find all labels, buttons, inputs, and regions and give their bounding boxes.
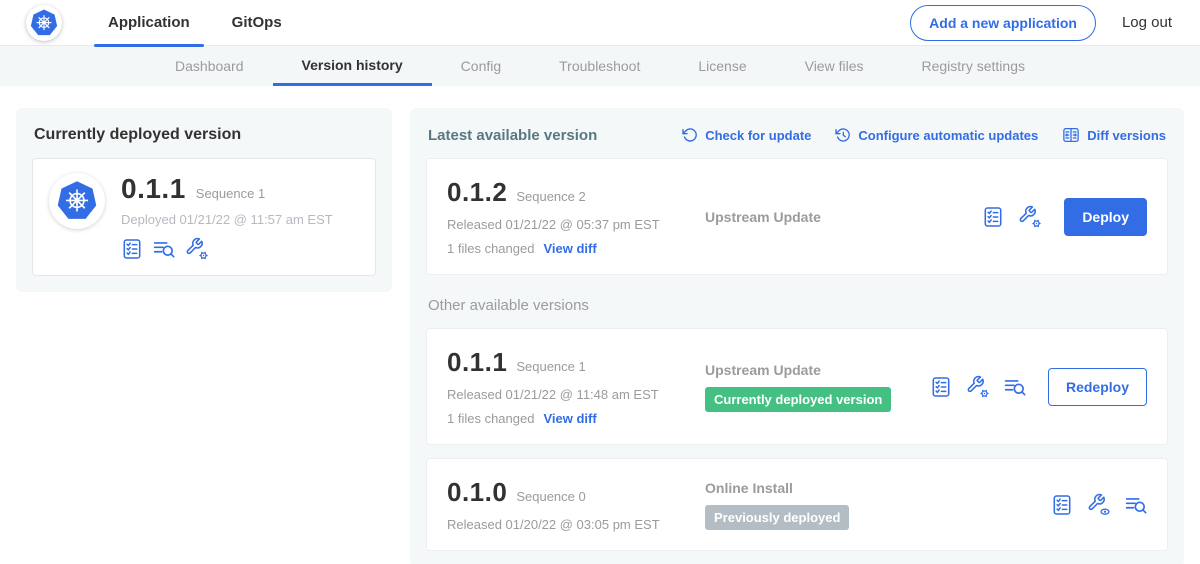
- checklist-icon[interactable]: [982, 206, 1004, 228]
- version-source: Online Install Previously deployed: [705, 480, 1051, 530]
- check-for-update-link[interactable]: Check for update: [682, 127, 811, 143]
- redeploy-button[interactable]: Redeploy: [1048, 368, 1147, 406]
- sequence-label: Sequence 2: [516, 189, 585, 204]
- files-changed-label: 1 files changed: [447, 411, 534, 426]
- version-actions: Redeploy: [930, 368, 1147, 406]
- currently-deployed-badge: Currently deployed version: [705, 387, 891, 412]
- wrench-gear-icon[interactable]: [966, 375, 990, 399]
- subnav-tab-dashboard[interactable]: Dashboard: [146, 46, 273, 86]
- version-actions: [1051, 493, 1147, 517]
- currently-deployed-card: 0.1.1 Sequence 1 Deployed 01/21/22 @ 11:…: [32, 158, 376, 276]
- version-info: 0.1.1 Sequence 1 Released 01/21/22 @ 11:…: [447, 347, 705, 426]
- sequence-label: Sequence 0: [516, 489, 585, 504]
- version-source: Upstream Update Currently deployed versi…: [705, 362, 930, 412]
- source-label: Online Install: [705, 480, 793, 496]
- view-diff-link[interactable]: View diff: [543, 241, 596, 256]
- check-for-update-label: Check for update: [705, 128, 811, 143]
- clock-refresh-icon: [835, 127, 851, 143]
- version-info: 0.1.2 Sequence 2 Released 01/21/22 @ 05:…: [447, 177, 705, 256]
- main-content: Currently deployed version 0.1.1 Sequenc…: [0, 86, 1200, 564]
- subnav-tab-troubleshoot-label: Troubleshoot: [559, 58, 640, 74]
- deploy-button[interactable]: Deploy: [1064, 198, 1147, 236]
- subnav-tab-registry-settings-label: Registry settings: [922, 58, 1025, 74]
- subnav-tab-view-files[interactable]: View files: [776, 46, 893, 86]
- version-number: 0.1.0: [447, 477, 507, 508]
- tab-gitops-label: GitOps: [232, 14, 282, 31]
- version-source: Upstream Update: [705, 209, 982, 225]
- refresh-icon: [682, 127, 698, 143]
- version-row-0-1-0: 0.1.0 Sequence 0 Released 01/20/22 @ 03:…: [426, 458, 1168, 551]
- kubernetes-logo-icon: [26, 5, 62, 41]
- released-timestamp: Released 01/20/22 @ 03:05 pm EST: [447, 517, 705, 532]
- version-actions: Deploy: [982, 198, 1147, 236]
- app-kubernetes-icon: [49, 173, 105, 229]
- wrench-gear-icon[interactable]: [1018, 205, 1042, 229]
- subnav-tab-version-history[interactable]: Version history: [273, 46, 432, 86]
- tab-application[interactable]: Application: [94, 0, 204, 46]
- files-changed-label: 1 files changed: [447, 241, 534, 256]
- released-timestamp: Released 01/21/22 @ 11:48 am EST: [447, 387, 705, 402]
- other-available-title: Other available versions: [428, 297, 1166, 314]
- add-new-application-button[interactable]: Add a new application: [910, 5, 1096, 41]
- subnav-tab-view-files-label: View files: [805, 58, 864, 74]
- version-row-0-1-1: 0.1.1 Sequence 1 Released 01/21/22 @ 11:…: [426, 328, 1168, 445]
- subnav-tab-troubleshoot[interactable]: Troubleshoot: [530, 46, 669, 86]
- header-tabs: Application GitOps: [94, 0, 310, 46]
- lines-magnifier-icon[interactable]: [1004, 376, 1026, 398]
- app-subnav: Dashboard Version history Config Trouble…: [0, 46, 1200, 86]
- configure-automatic-updates-label: Configure automatic updates: [858, 128, 1038, 143]
- deployed-sequence-label: Sequence 1: [196, 186, 265, 201]
- version-number: 0.1.1: [447, 347, 507, 378]
- version-row-0-1-2: 0.1.2 Sequence 2 Released 01/21/22 @ 05:…: [426, 158, 1168, 275]
- wrench-gear-icon[interactable]: [185, 237, 209, 261]
- panel-actions: Check for update Configure automatic upd…: [682, 126, 1166, 144]
- currently-deployed-panel: Currently deployed version 0.1.1 Sequenc…: [16, 108, 392, 292]
- version-info: 0.1.0 Sequence 0 Released 01/20/22 @ 03:…: [447, 477, 705, 532]
- diff-versions-link[interactable]: Diff versions: [1062, 126, 1166, 144]
- subnav-tab-config-label: Config: [461, 58, 501, 74]
- deployed-version-number: 0.1.1: [121, 173, 186, 205]
- tab-application-label: Application: [108, 14, 190, 31]
- subnav-tab-license[interactable]: License: [669, 46, 775, 86]
- diff-versions-label: Diff versions: [1087, 128, 1166, 143]
- subnav-tab-license-label: License: [698, 58, 746, 74]
- source-label: Upstream Update: [705, 362, 821, 378]
- lines-magnifier-icon[interactable]: [1125, 494, 1147, 516]
- logout-link[interactable]: Log out: [1122, 14, 1172, 31]
- sequence-label: Sequence 1: [516, 359, 585, 374]
- view-diff-link[interactable]: View diff: [543, 411, 596, 426]
- tab-gitops[interactable]: GitOps: [218, 0, 296, 46]
- subnav-tab-registry-settings[interactable]: Registry settings: [893, 46, 1054, 86]
- deployed-timestamp: Deployed 01/21/22 @ 11:57 am EST: [121, 212, 333, 227]
- released-timestamp: Released 01/21/22 @ 05:37 pm EST: [447, 217, 705, 232]
- latest-available-title: Latest available version: [428, 127, 597, 144]
- checklist-icon[interactable]: [121, 238, 143, 260]
- deployed-version-info: 0.1.1 Sequence 1 Deployed 01/21/22 @ 11:…: [121, 173, 333, 261]
- currently-deployed-title: Currently deployed version: [34, 126, 374, 144]
- version-number: 0.1.2: [447, 177, 507, 208]
- subnav-tab-dashboard-label: Dashboard: [175, 58, 244, 74]
- source-label: Upstream Update: [705, 209, 821, 225]
- configure-automatic-updates-link[interactable]: Configure automatic updates: [835, 127, 1038, 143]
- previously-deployed-badge: Previously deployed: [705, 505, 849, 530]
- subnav-tab-config[interactable]: Config: [432, 46, 530, 86]
- diff-icon: [1062, 126, 1080, 144]
- version-history-panel: Latest available version Check for updat…: [410, 108, 1184, 564]
- app-header: Application GitOps Add a new application…: [0, 0, 1200, 46]
- lines-magnifier-icon[interactable]: [153, 238, 175, 260]
- wrench-eye-icon[interactable]: [1087, 493, 1111, 517]
- checklist-icon[interactable]: [930, 376, 952, 398]
- subnav-tab-version-history-label: Version history: [302, 57, 403, 73]
- checklist-icon[interactable]: [1051, 494, 1073, 516]
